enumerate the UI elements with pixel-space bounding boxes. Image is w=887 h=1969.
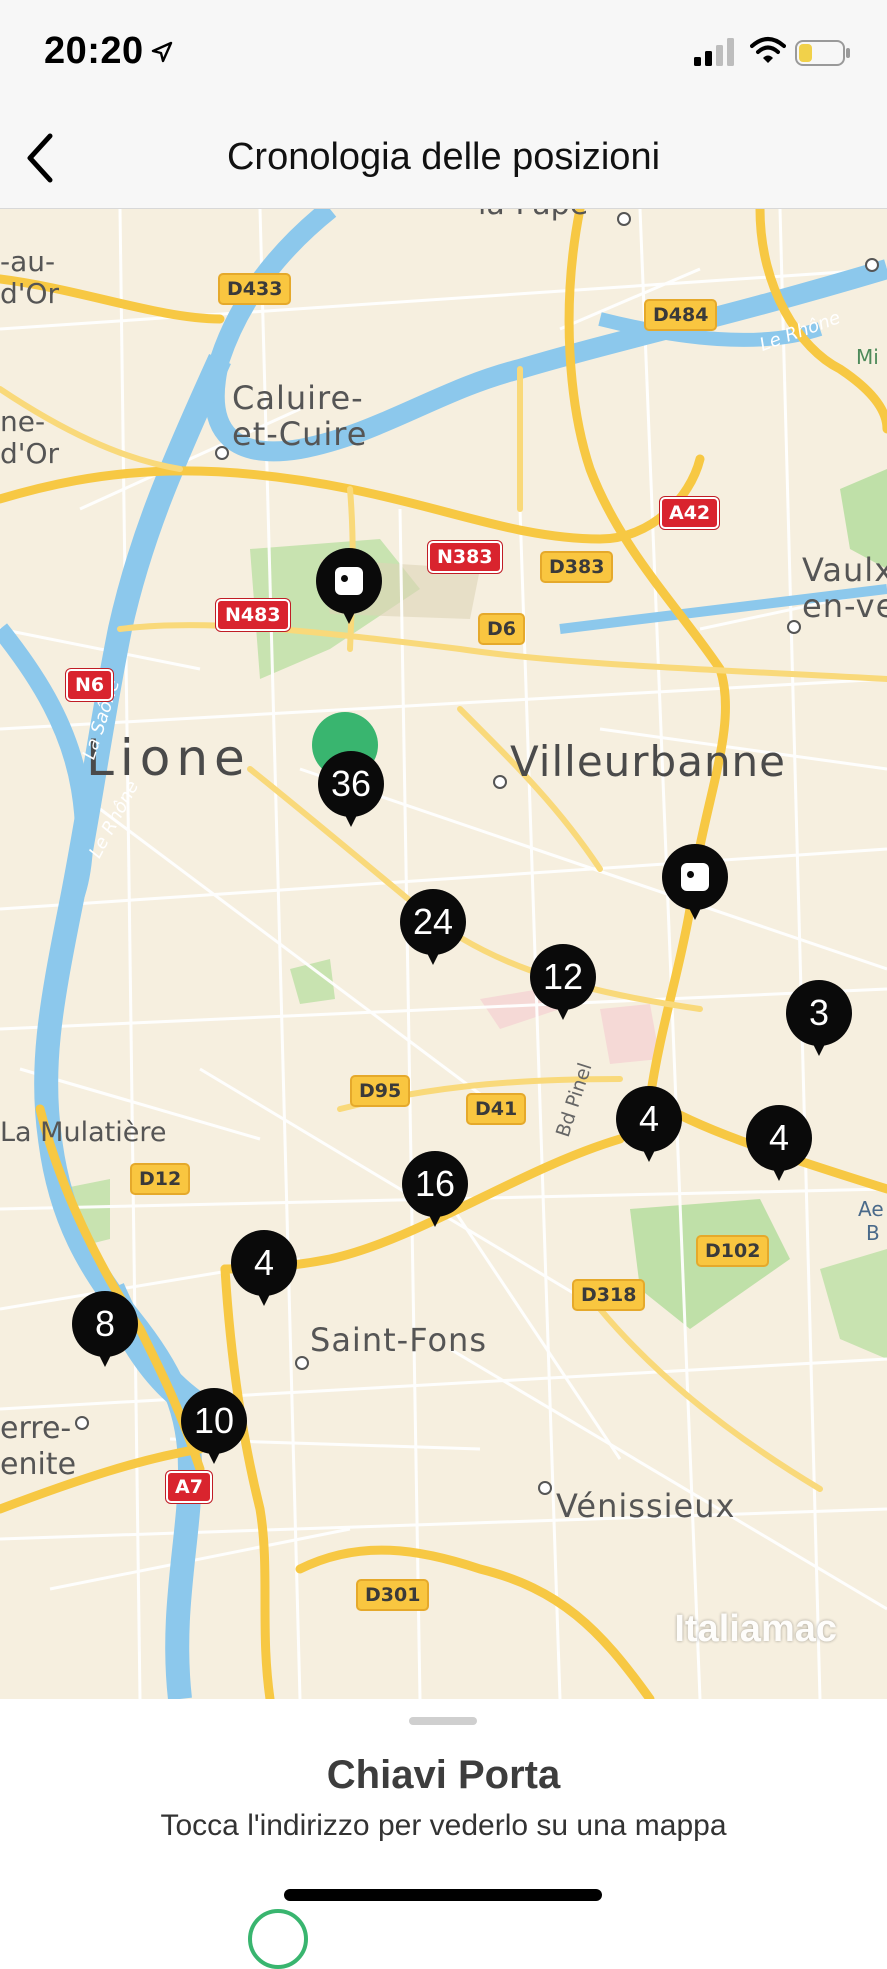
road-shield-a7: A7 xyxy=(166,1471,212,1503)
battery-icon xyxy=(795,40,850,66)
map-pin-cluster-3[interactable]: 3 xyxy=(786,980,852,1060)
bottom-sheet[interactable]: Chiavi Porta Tocca l'indirizzo per veder… xyxy=(0,1699,887,1969)
home-indicator[interactable] xyxy=(284,1889,602,1901)
list-item-peek-icon xyxy=(248,1909,308,1969)
map-pin-cluster-8[interactable]: 8 xyxy=(72,1291,138,1371)
status-time: 20:20 xyxy=(44,30,144,72)
road-shield-d41: D41 xyxy=(466,1093,527,1125)
road-shield-d95: D95 xyxy=(350,1075,411,1107)
road-shield-d12: D12 xyxy=(130,1163,191,1195)
watermark: Italiamac xyxy=(674,1608,837,1650)
road-shield-d6: D6 xyxy=(478,613,525,645)
map-pin-cluster-4-b[interactable]: 4 xyxy=(746,1105,812,1185)
road-shield-d484: D484 xyxy=(644,299,718,331)
road-shield-d433: D433 xyxy=(218,273,292,305)
map-view[interactable]: Lione Villeurbanne Caluire- et-Cuire Sai… xyxy=(0,209,887,1699)
road-shield-n383: N383 xyxy=(428,541,502,573)
map-pin-cluster-24[interactable]: 24 xyxy=(400,889,466,969)
road-shield-n6: N6 xyxy=(66,669,114,701)
map-pin-cluster-10[interactable]: 10 xyxy=(181,1388,247,1468)
map-pin-cluster-4-a[interactable]: 4 xyxy=(616,1086,682,1166)
page-title: Cronologia delle posizioni xyxy=(226,136,661,178)
road-shield-a42: A42 xyxy=(660,497,720,529)
sheet-subtitle: Tocca l'indirizzo per vederlo su una map… xyxy=(160,1809,727,1842)
door-sensor-icon xyxy=(335,567,363,595)
map-pin-cluster-4-c[interactable]: 4 xyxy=(231,1230,297,1310)
sheet-title: Chiavi Porta xyxy=(326,1753,561,1797)
road-shield-n483: N483 xyxy=(216,599,290,631)
map-pin-cluster-36[interactable]: 36 xyxy=(318,751,384,831)
status-bar: 20:20 xyxy=(0,0,887,110)
road-shield-d318: D318 xyxy=(572,1279,646,1311)
map-pin-cluster-16[interactable]: 16 xyxy=(402,1151,468,1231)
map-pin-door-sensor-1[interactable] xyxy=(316,548,382,628)
map-pin-door-sensor-2[interactable] xyxy=(662,844,728,924)
cellular-signal-icon xyxy=(694,38,734,66)
road-shield-d383: D383 xyxy=(540,551,614,583)
map-pin-cluster-12[interactable]: 12 xyxy=(530,944,596,1024)
wifi-icon xyxy=(750,37,786,63)
road-shield-d301: D301 xyxy=(356,1579,430,1611)
sheet-grabber-handle[interactable] xyxy=(409,1717,477,1725)
navigation-bar: Cronologia delle posizioni xyxy=(0,110,887,209)
location-arrow-icon xyxy=(151,41,173,63)
road-shield-d102: D102 xyxy=(696,1235,770,1267)
door-sensor-icon xyxy=(681,863,709,891)
